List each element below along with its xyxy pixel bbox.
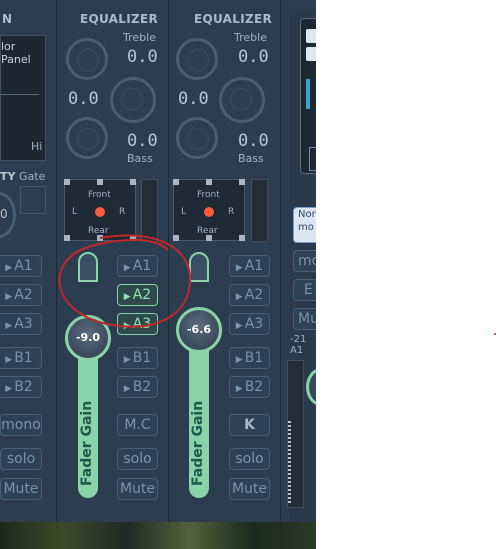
mixer-panel: N lor Panel Hi TY Gate 0 ▶ A1 ▶ A2 ▶ A3 ▶ B1… [0,0,316,522]
background-photo-strip [0,522,316,549]
annotation-overlay [58,234,192,328]
stray-dot [494,333,496,335]
annotation-circle [58,234,192,328]
